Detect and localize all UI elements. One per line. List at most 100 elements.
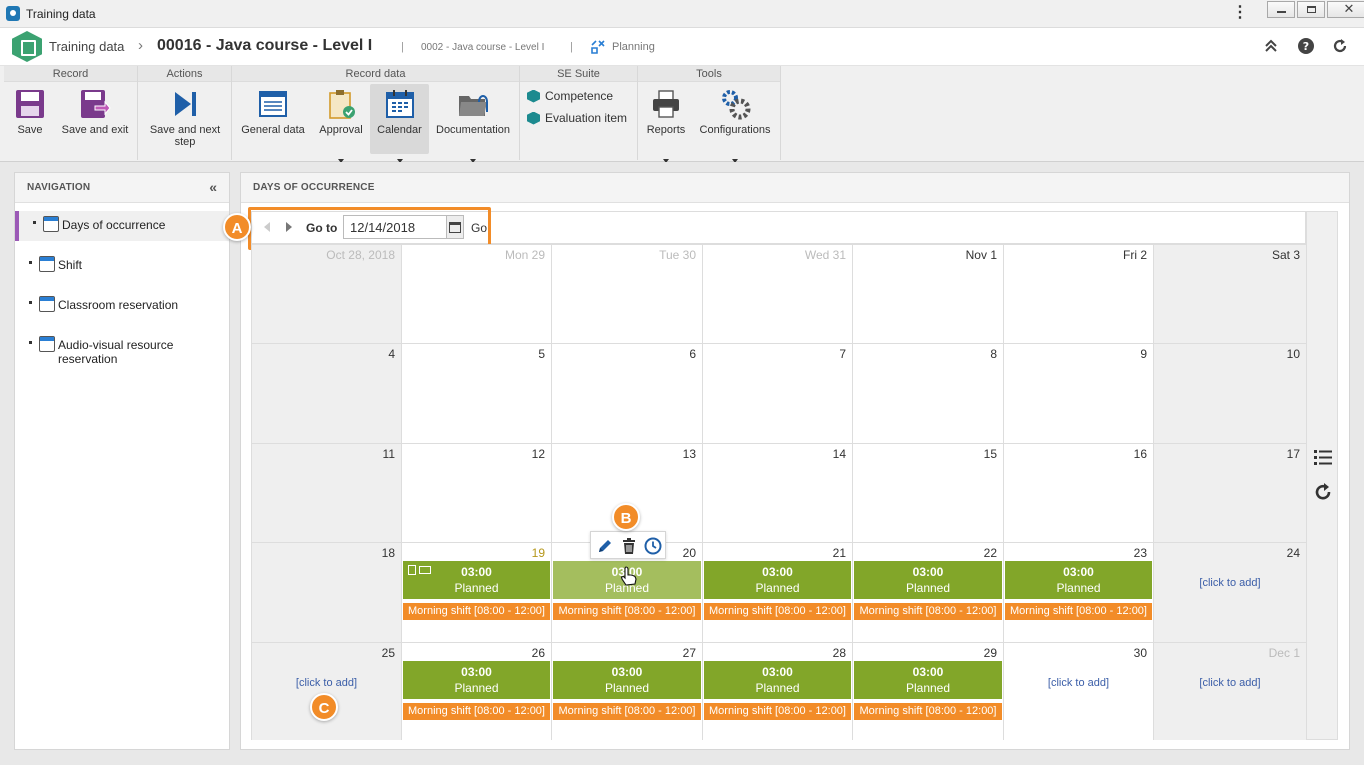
- calendar-day[interactable]: 27 03:00 Planned Morning shift [08:00 - …: [552, 642, 703, 740]
- shift-label[interactable]: Morning shift [08:00 - 12:00]: [854, 703, 1002, 720]
- close-window-button[interactable]: ✕: [1327, 1, 1364, 18]
- shift-label[interactable]: Morning shift [08:00 - 12:00]: [854, 603, 1002, 620]
- calendar-day[interactable]: 7: [703, 343, 853, 443]
- calendar-day[interactable]: 26 03:00 Planned Morning shift [08:00 - …: [402, 642, 552, 740]
- nav-item-classroom-reservation[interactable]: Classroom reservation: [15, 291, 229, 321]
- configurations-button[interactable]: Configurations: [696, 84, 774, 163]
- breadcrumb-root[interactable]: Training data: [49, 39, 124, 54]
- occurrence-event[interactable]: 03:00 Planned: [1005, 561, 1152, 599]
- calendar-day[interactable]: 22 03:00 Planned Morning shift [08:00 - …: [853, 542, 1004, 642]
- calendar-day[interactable]: 25 [click to add]: [252, 642, 402, 740]
- calendar-day[interactable]: 19 03:00 Planned Morning shift [08:00 - …: [402, 542, 552, 642]
- save-and-exit-button[interactable]: Save and exit: [56, 84, 134, 154]
- nav-item-days-of-occurrence[interactable]: Days of occurrence: [15, 211, 229, 241]
- calendar-day[interactable]: Oct 28, 2018: [252, 244, 402, 343]
- annotation-marker-a: A: [223, 213, 251, 241]
- calendar-day[interactable]: 4: [252, 343, 402, 443]
- breadcrumb-divider: |: [570, 41, 573, 53]
- refresh-icon[interactable]: [1331, 37, 1349, 55]
- calendar-day[interactable]: Fri 2: [1004, 244, 1154, 343]
- navigation-title: NAVIGATION: [15, 173, 229, 203]
- shift-label[interactable]: Morning shift [08:00 - 12:00]: [403, 603, 550, 620]
- occurrence-event[interactable]: 03:00 Planned: [403, 561, 550, 599]
- calendar-day[interactable]: Mon 29: [402, 244, 552, 343]
- save-and-next-step-button[interactable]: Save and next step: [142, 84, 228, 154]
- event-status: Planned: [454, 581, 499, 595]
- occurrence-event[interactable]: 03:00 Planned: [403, 661, 550, 699]
- day-number: 14: [832, 447, 846, 461]
- window-title: Training data: [26, 7, 96, 21]
- calendar-day[interactable]: 10: [1154, 343, 1307, 443]
- calendar-day[interactable]: 15: [853, 443, 1004, 542]
- delete-trash-icon[interactable]: [620, 537, 638, 555]
- calendar-day[interactable]: 8: [853, 343, 1004, 443]
- occurrence-event[interactable]: 03:00 Planned: [704, 661, 851, 699]
- calendar-day[interactable]: 12: [402, 443, 552, 542]
- event-status: Planned: [905, 581, 951, 595]
- breadcrumb-sub: 0002 - Java course - Level I: [421, 42, 545, 53]
- click-to-add-link[interactable]: [click to add]: [1004, 677, 1153, 689]
- click-to-add-link[interactable]: [click to add]: [1154, 677, 1306, 689]
- collapse-panel-icon[interactable]: «: [209, 180, 217, 194]
- calendar-day[interactable]: 21 03:00 Planned Morning shift [08:00 - …: [703, 542, 853, 642]
- edit-pencil-icon[interactable]: [596, 537, 614, 555]
- calendar-day[interactable]: 28 03:00 Planned Morning shift [08:00 - …: [703, 642, 853, 740]
- general-data-button[interactable]: General data: [236, 84, 310, 154]
- occurrence-event[interactable]: 03:00 Planned: [704, 561, 851, 599]
- save-label: Save: [17, 124, 43, 136]
- evaluation-item-link[interactable]: Evaluation item: [527, 111, 627, 125]
- calendar-day[interactable]: Tue 30: [552, 244, 703, 343]
- calendar-day[interactable]: Nov 1: [853, 244, 1004, 343]
- calendar-day[interactable]: 16: [1004, 443, 1154, 542]
- calendar-icon: [43, 216, 59, 232]
- help-icon[interactable]: ?: [1297, 37, 1315, 55]
- app-logo-icon: [6, 6, 20, 21]
- calendar-button[interactable]: Calendar: [370, 84, 429, 163]
- calendar-day[interactable]: 23 03:00 Planned Morning shift [08:00 - …: [1004, 542, 1154, 642]
- occurrence-event[interactable]: 03:00 Planned: [553, 661, 701, 699]
- calendar-day[interactable]: 18: [252, 542, 402, 642]
- calendar-day[interactable]: 9: [1004, 343, 1154, 443]
- calendar-day[interactable]: Dec 1 [click to add]: [1154, 642, 1307, 740]
- maximize-button[interactable]: [1297, 1, 1325, 18]
- clock-icon[interactable]: [644, 537, 662, 555]
- occurrence-event[interactable]: 03:00 Planned: [854, 561, 1002, 599]
- save-button[interactable]: Save: [8, 84, 52, 154]
- calendar-day[interactable]: 24 [click to add]: [1154, 542, 1307, 642]
- refresh-icon[interactable]: [1313, 482, 1333, 502]
- nav-item-shift[interactable]: Shift: [15, 251, 229, 281]
- calendar-day[interactable]: 17: [1154, 443, 1307, 542]
- documentation-button[interactable]: Documentation: [431, 84, 515, 163]
- calendar-day[interactable]: 5: [402, 343, 552, 443]
- collapse-up-icon[interactable]: [1262, 37, 1280, 55]
- shift-label[interactable]: Morning shift [08:00 - 12:00]: [704, 603, 851, 620]
- day-number: 10: [1286, 347, 1300, 361]
- approval-button[interactable]: Approval: [314, 84, 368, 163]
- calendar-day[interactable]: 6: [552, 343, 703, 443]
- calendar-day[interactable]: 11: [252, 443, 402, 542]
- calendar-day[interactable]: 14: [703, 443, 853, 542]
- competence-label: Competence: [545, 89, 614, 103]
- evaluation-item-icon: [527, 111, 540, 125]
- click-to-add-link[interactable]: [click to add]: [1154, 577, 1306, 589]
- save-and-next-step-label: Save and next step: [149, 124, 221, 148]
- reports-label: Reports: [646, 124, 686, 136]
- day-number: Dec 1: [1268, 646, 1300, 660]
- minimize-button[interactable]: [1267, 1, 1295, 18]
- shift-label[interactable]: Morning shift [08:00 - 12:00]: [403, 703, 550, 720]
- calendar-day[interactable]: Wed 31: [703, 244, 853, 343]
- calendar-day[interactable]: 29 03:00 Planned Morning shift [08:00 - …: [853, 642, 1004, 740]
- reports-button[interactable]: Reports: [642, 84, 690, 163]
- shift-label[interactable]: Morning shift [08:00 - 12:00]: [553, 603, 701, 620]
- competence-link[interactable]: Competence: [527, 89, 613, 103]
- click-to-add-link[interactable]: [click to add]: [252, 677, 401, 689]
- shift-label[interactable]: Morning shift [08:00 - 12:00]: [553, 703, 701, 720]
- occurrence-event[interactable]: 03:00 Planned: [854, 661, 1002, 699]
- list-view-icon[interactable]: [1313, 448, 1333, 466]
- more-vertical-icon[interactable]: ⋮: [1232, 4, 1248, 22]
- shift-label[interactable]: Morning shift [08:00 - 12:00]: [1005, 603, 1152, 620]
- nav-item-audio-visual-reservation[interactable]: Audio-visual resource reservation: [15, 331, 229, 375]
- calendar-day[interactable]: 30 [click to add]: [1004, 642, 1154, 740]
- calendar-day[interactable]: Sat 3: [1154, 244, 1307, 343]
- shift-label[interactable]: Morning shift [08:00 - 12:00]: [704, 703, 851, 720]
